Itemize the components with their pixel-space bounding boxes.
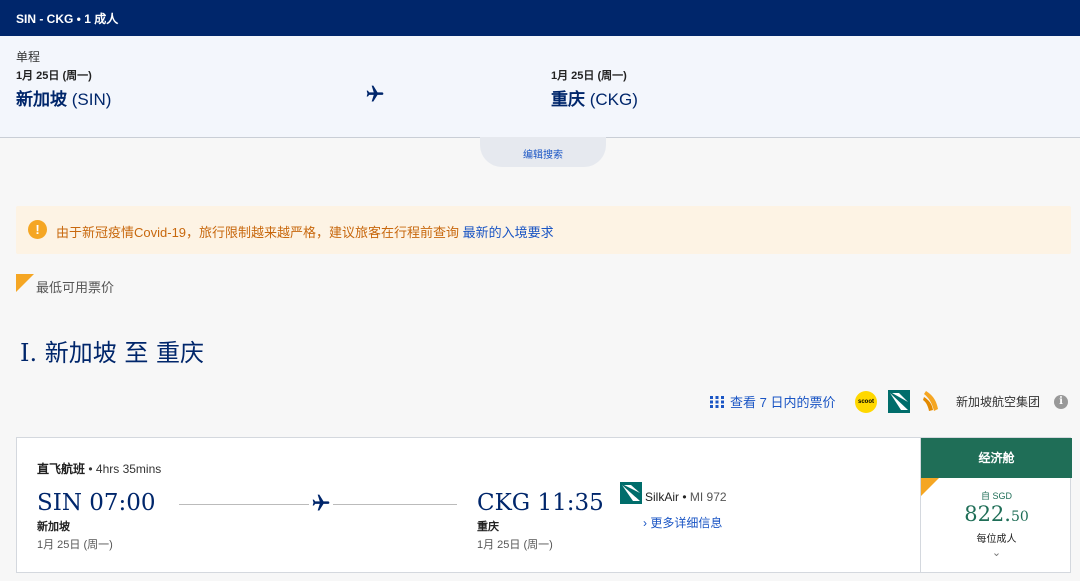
calendar-icon [710, 395, 724, 409]
fare-price-cents: 50 [1010, 509, 1029, 525]
section-title: I. 新加坡 至 重庆 [20, 339, 204, 367]
silkair-logo [888, 390, 910, 413]
entry-requirements-link[interactable]: 最新的入境要求 [463, 225, 554, 240]
destination-code: (CKG) [589, 90, 638, 109]
plane-icon [364, 84, 386, 109]
lowest-fare-marker-icon [16, 274, 34, 292]
flight-type: 直飞航班 [37, 462, 86, 476]
warning-icon: ! [28, 220, 47, 239]
route-summary: SIN - CKG • 1 成人 [16, 12, 119, 26]
departure-date: 1月 25日 (周一) [37, 539, 113, 551]
flight-plane-icon [309, 493, 333, 518]
flight-card: 直飞航班 • 4hrs 35mins SIN 07:00 新加坡 1月 25日 … [16, 437, 1072, 573]
arrival-city: 重庆 [477, 521, 499, 533]
booking-summary-bar: SIN - CKG • 1 成人 [0, 0, 1080, 36]
chevron-down-icon[interactable]: ⌄ [921, 546, 1072, 559]
seven-day-fares-link[interactable]: 查看 7 日内的票价 [710, 392, 835, 411]
fare-class-header: 经济舱 [921, 438, 1072, 478]
silkair-carrier-icon [620, 482, 642, 504]
lowest-fare-label: 最低可用票价 [36, 280, 115, 295]
flight-number: MI 972 [689, 490, 727, 504]
covid-alert-banner: ! 由于新冠疫情Covid-19，旅行限制越来越严格，建议旅客在行程前查询 最新… [16, 206, 1071, 254]
destination-city-name: 重庆 [551, 90, 585, 109]
singapore-airlines-logo [920, 389, 944, 413]
departure-city: 新加坡 [37, 521, 70, 533]
airline-group-label: 新加坡航空集团 [956, 395, 1041, 409]
info-icon[interactable]: i [1054, 395, 1068, 409]
trip-summary: 单程 1月 25日 (周一) 新加坡 (SIN) 1月 25日 (周一) 重庆 … [0, 36, 1080, 138]
arrival-time: CKG 11:35 [477, 490, 604, 516]
economy-fare-cell[interactable]: 经济舱 自 SGD 822.50 每位成人 ⌄ [920, 438, 1072, 572]
origin-date: 1月 25日 (周一) [16, 70, 92, 82]
destination-date: 1月 25日 (周一) [551, 70, 627, 82]
fare-price-main: 822. [964, 502, 1011, 526]
trip-type: 单程 [16, 50, 41, 64]
departure-time: SIN 07:00 [37, 490, 156, 516]
seven-day-fares-label: 查看 7 日内的票价 [730, 395, 836, 410]
carrier-info: SilkAir • MI 972 [645, 490, 727, 504]
arrival-date: 1月 25日 (周一) [477, 539, 553, 551]
origin-code: (SIN) [71, 90, 112, 109]
origin-city: 新加坡 (SIN) [16, 85, 111, 110]
destination-city: 重庆 (CKG) [551, 85, 638, 110]
carrier-name: SilkAir [645, 490, 680, 504]
origin-city-name: 新加坡 [16, 90, 67, 109]
fare-from-label: 自 SGD [980, 491, 1012, 501]
flight-header: 直飞航班 • 4hrs 35mins [37, 462, 162, 476]
more-details-link[interactable]: › 更多详细信息 [643, 514, 722, 531]
flight-duration: 4hrs 35mins [95, 462, 162, 476]
scoot-logo: scoot [855, 391, 877, 413]
alert-text: 由于新冠疫情Covid-19，旅行限制越来越严格，建议旅客在行程前查询 [56, 225, 463, 240]
fare-price: 822.50 [921, 502, 1072, 526]
edit-search-button[interactable]: 编辑搜索 [480, 137, 606, 167]
fare-per-label: 每位成人 [976, 534, 1017, 545]
